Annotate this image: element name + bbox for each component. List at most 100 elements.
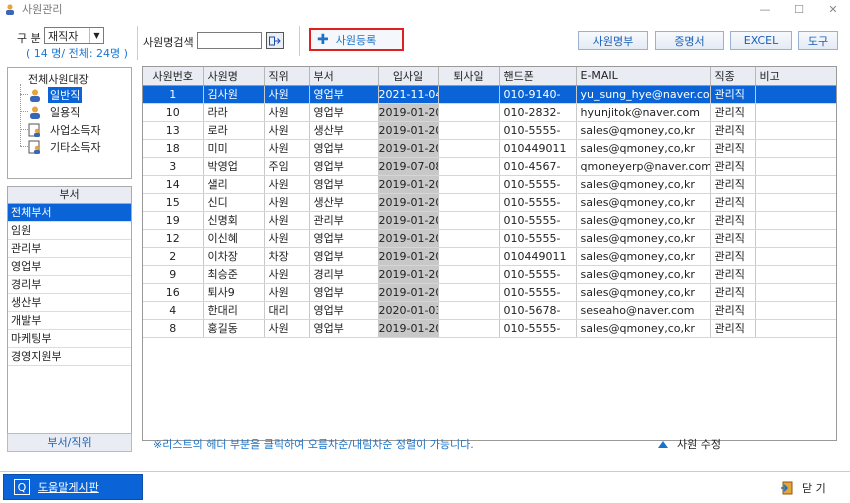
roster-button[interactable]: 사원명부 xyxy=(578,31,648,50)
table-cell xyxy=(755,229,836,248)
table-row[interactable]: 2 이차장 차장 영업부 2019-01-20 010449011 sales@qmoney… xyxy=(143,247,836,266)
table-cell xyxy=(438,157,500,176)
close-button[interactable]: 닫 기 xyxy=(780,480,826,496)
table-row[interactable]: 19 신명회 사원 관리부 2019-01-20 010-5555- sales@qmone… xyxy=(143,211,836,230)
tree-connector xyxy=(20,146,28,147)
table-cell xyxy=(755,85,836,104)
department-item[interactable]: 영업부 xyxy=(8,258,131,276)
table-row[interactable]: 15 신디 사원 생산부 2019-01-20 010-5555- sales@qmoney… xyxy=(143,193,836,212)
column-header[interactable]: 부서 xyxy=(309,67,379,86)
column-header[interactable]: 직종 xyxy=(710,67,756,86)
table-cell xyxy=(755,265,836,284)
table-cell xyxy=(755,193,836,212)
table-cell: 이신혜 xyxy=(203,229,265,248)
column-header[interactable]: 입사일 xyxy=(378,67,439,86)
department-item[interactable]: 경리부 xyxy=(8,276,131,294)
column-header[interactable]: E-MAIL xyxy=(576,67,711,86)
table-cell: sales@qmoney,co,kr xyxy=(576,283,711,302)
table-row[interactable]: 8 홍길동 사원 영업부 2019-01-20 010-5555- sales@qmoney… xyxy=(143,319,836,338)
table-row[interactable]: 1 김사원 사원 영업부 2021-11-04 010-9140- yu_sung_hye@… xyxy=(143,85,836,104)
column-header[interactable]: 사원번호 xyxy=(143,67,204,86)
table-cell: 2019-01-20 xyxy=(378,283,439,302)
table-cell: 010-5555- xyxy=(499,175,577,194)
tree-item-other-income[interactable]: 기타소득자 xyxy=(28,139,103,154)
register-employee-label: 사원등록 xyxy=(335,33,377,47)
table-row[interactable]: 9 최승준 사원 경리부 2019-01-20 010-5555- sales@qmoney… xyxy=(143,265,836,284)
table-row[interactable]: 16 퇴사9 사원 영업부 2019-01-20 010-5555- sales@qmone… xyxy=(143,283,836,302)
maximize-button[interactable]: ☐ xyxy=(782,0,816,18)
table-cell xyxy=(438,103,500,122)
table-row[interactable]: 12 이신혜 사원 영업부 2019-01-20 010-5555- sales@qmone… xyxy=(143,229,836,248)
table-cell: 14 xyxy=(143,175,204,194)
department-item[interactable]: 개발부 xyxy=(8,312,131,330)
search-input[interactable] xyxy=(197,32,262,49)
department-item[interactable]: 전체부서 xyxy=(8,204,131,222)
title-bar: 사원관리 — ☐ ✕ xyxy=(0,0,850,18)
table-cell: 관리직 xyxy=(710,319,756,338)
department-item[interactable]: 임원 xyxy=(8,222,131,240)
close-window-button[interactable]: ✕ xyxy=(816,0,850,18)
table-cell: qmoneyerp@naver.com xyxy=(576,157,711,176)
department-item[interactable]: 마케팅부 xyxy=(8,330,131,348)
search-icon xyxy=(269,36,281,45)
department-position-button[interactable]: 부서/직위 xyxy=(7,433,132,452)
table-cell xyxy=(438,85,500,104)
status-combo[interactable]: 재직자 ▼ xyxy=(44,27,104,44)
table-cell xyxy=(438,139,500,158)
table-cell: 관리직 xyxy=(710,157,756,176)
table-cell xyxy=(438,247,500,266)
close-label: 닫 기 xyxy=(802,482,826,495)
minimize-button[interactable]: — xyxy=(748,0,782,18)
table-cell: 2019-01-20 xyxy=(378,175,439,194)
department-item[interactable]: 경영지원부 xyxy=(8,348,131,366)
table-row[interactable]: 18 미미 사원 영업부 2019-01-20 010449011 sales@qmoney… xyxy=(143,139,836,158)
chevron-down-icon[interactable]: ▼ xyxy=(89,28,103,43)
table-cell: 010-2832- xyxy=(499,103,577,122)
table-cell: 2019-01-20 xyxy=(378,211,439,230)
tools-button[interactable]: 도구 xyxy=(798,31,838,50)
table-row[interactable]: 4 한대리 대리 영업부 2020-01-03 010-5678- seseaho@nave… xyxy=(143,301,836,320)
register-employee-button[interactable]: ✚ 사원등록 xyxy=(309,28,404,51)
table-cell: 2019-01-20 xyxy=(378,121,439,140)
tree-item-daily[interactable]: 일용직 xyxy=(28,104,82,119)
tree-item-business-income[interactable]: 사업소득자 xyxy=(28,122,103,137)
table-cell: sales@qmoney,co,kr xyxy=(576,247,711,266)
table-row[interactable]: 14 샐리 사원 영업부 2019-01-20 010-5555- sales@qmoney… xyxy=(143,175,836,194)
window-title: 사원관리 xyxy=(22,3,63,16)
table-row[interactable]: 3 박영업 주임 영업부 2019-07-08 010-4567- qmoneyerp@na… xyxy=(143,157,836,176)
table-row[interactable]: 10 라라 사원 영업부 2019-01-20 010-2832- hyunjitok@na… xyxy=(143,103,836,122)
table-row[interactable]: 13 로라 사원 생산부 2019-01-20 010-5555- sales@qmoney… xyxy=(143,121,836,140)
certificate-button[interactable]: 증명서 xyxy=(655,31,724,50)
tree-root[interactable]: 전체사원대장 xyxy=(28,71,89,87)
help-board-button[interactable]: Q 도움말게시판 xyxy=(3,474,143,500)
table-cell: 영업부 xyxy=(309,229,379,248)
column-header[interactable]: 사원명 xyxy=(203,67,265,86)
table-cell: 이차장 xyxy=(203,247,265,266)
search-button[interactable] xyxy=(266,32,284,49)
table-cell: 16 xyxy=(143,283,204,302)
table-cell: 18 xyxy=(143,139,204,158)
person-icon xyxy=(30,106,40,119)
column-header[interactable]: 핸드폰 xyxy=(499,67,577,86)
table-cell: 010-5555- xyxy=(499,265,577,284)
table-cell: 김사원 xyxy=(203,85,265,104)
app-icon xyxy=(6,4,14,15)
department-item[interactable]: 관리부 xyxy=(8,240,131,258)
tree-item-regular[interactable]: 일반직 xyxy=(28,86,83,103)
excel-button[interactable]: EXCEL xyxy=(730,31,792,50)
table-cell: 010-9140- xyxy=(499,85,577,104)
table-cell: 10 xyxy=(143,103,204,122)
column-header[interactable]: 직위 xyxy=(264,67,310,86)
sort-hint: ※리스트의 헤더 부분을 클릭하여 오름차순/내림차순 정렬이 가능니다. xyxy=(153,438,474,451)
column-header[interactable]: 퇴사일 xyxy=(438,67,500,86)
table-cell: 010-5555- xyxy=(499,229,577,248)
tree-item-label: 사업소득자 xyxy=(50,123,101,137)
tree-connector xyxy=(20,94,28,95)
table-cell xyxy=(755,247,836,266)
department-list: 부서 전체부서 임원 관리부 영업부 경리부 생산부 개발부 마케팅부 경영지원… xyxy=(7,186,132,441)
table-cell: 9 xyxy=(143,265,204,284)
column-header[interactable]: 비고 xyxy=(755,67,836,86)
table-cell: 영업부 xyxy=(309,157,379,176)
department-item[interactable]: 생산부 xyxy=(8,294,131,312)
edit-employee-button[interactable]: 사원 수정 xyxy=(658,436,721,452)
